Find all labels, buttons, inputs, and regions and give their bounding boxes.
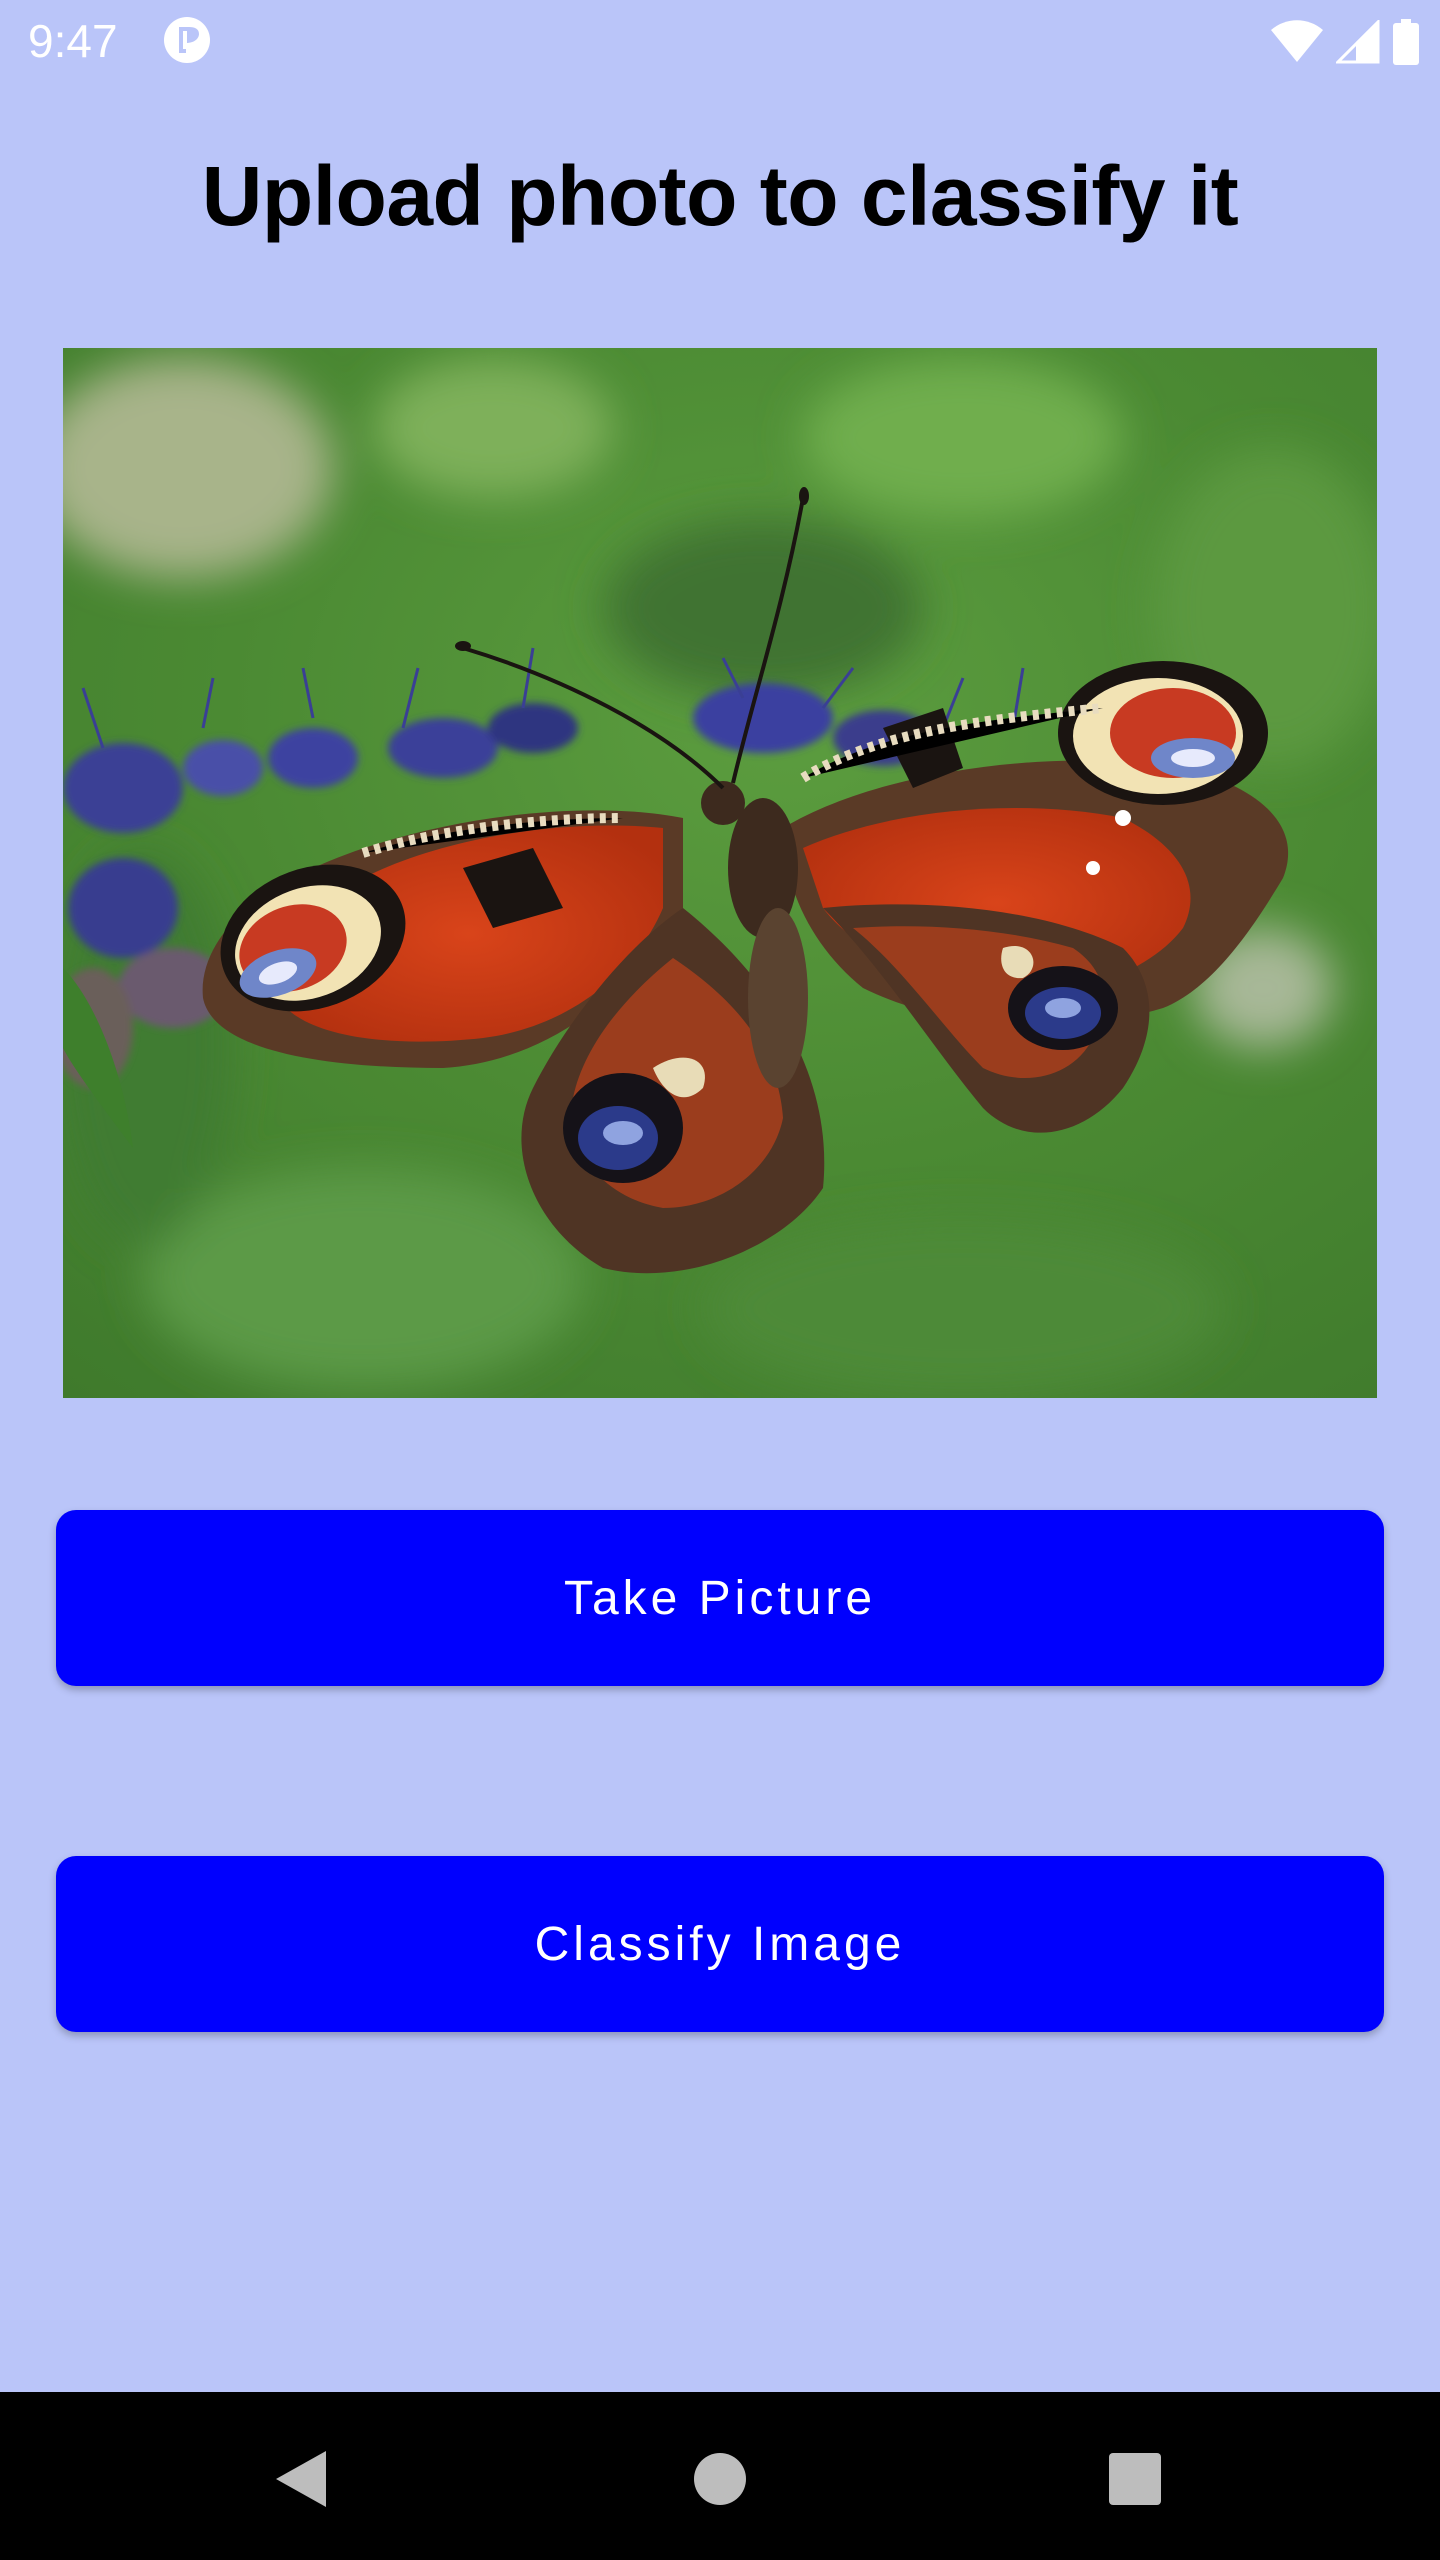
status-bar: 9:47: [0, 0, 1440, 84]
butterfly-photo: [63, 348, 1377, 1398]
status-icons: [1270, 18, 1420, 66]
recents-button[interactable]: [1080, 2424, 1190, 2534]
page-title: Upload photo to classify it: [201, 149, 1239, 243]
classify-image-button[interactable]: Classify Image: [56, 1856, 1384, 2032]
take-picture-button[interactable]: Take Picture: [56, 1510, 1384, 1686]
recents-icon: [1109, 2453, 1161, 2505]
back-button[interactable]: [245, 2424, 355, 2534]
battery-icon: [1393, 19, 1419, 65]
wifi-icon: [1271, 20, 1323, 62]
cell-signal-icon: [1336, 20, 1380, 64]
navigation-bar: [0, 2392, 1440, 2560]
home-icon: [694, 2453, 746, 2505]
home-button[interactable]: [665, 2424, 775, 2534]
peacock-butterfly-image: [63, 348, 1377, 1398]
back-icon: [276, 2451, 326, 2507]
status-time: 9:47: [28, 15, 118, 67]
app-notification-icon: [164, 17, 210, 63]
